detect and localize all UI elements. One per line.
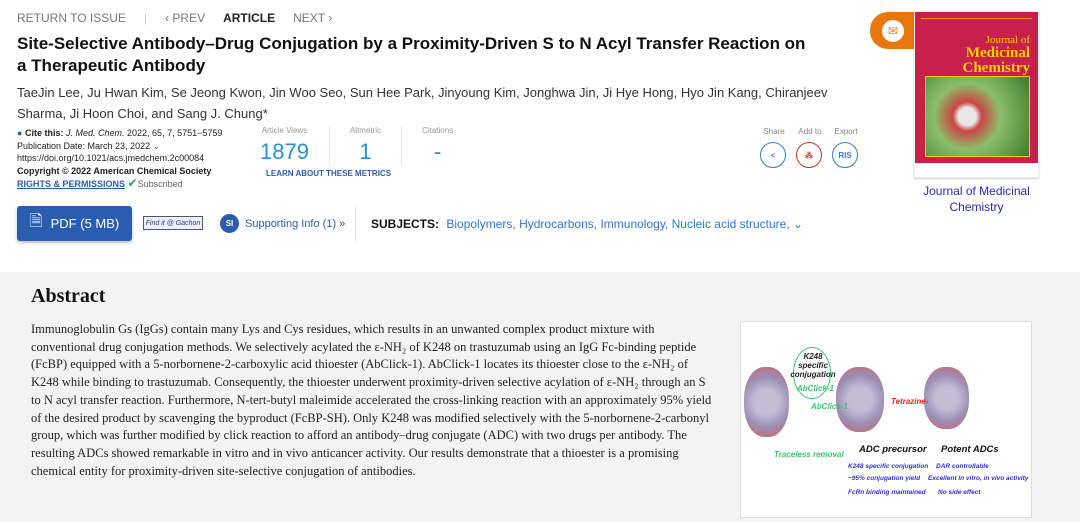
cover-footer bbox=[915, 163, 1038, 177]
return-to-issue-link[interactable]: RETURN TO ISSUE bbox=[17, 11, 126, 25]
metrics: Article Views 1879 Altmetric 1 Citations - bbox=[240, 126, 473, 165]
prev-link[interactable]: ‹ PREV bbox=[165, 11, 205, 25]
antibody-image bbox=[836, 367, 884, 432]
toc-label: No side effect bbox=[938, 489, 981, 496]
journal-cover[interactable]: Journal of Medicinal Chemistry bbox=[914, 11, 1039, 178]
learn-metrics-link[interactable]: LEARN ABOUT THESE METRICS bbox=[266, 169, 391, 178]
cite-ref: 2022, 65, 7, 5751−5759 bbox=[127, 128, 223, 138]
toc-label: DAR controllable bbox=[936, 463, 989, 470]
toc-label: ~95% conjugation yield bbox=[848, 475, 921, 482]
cover-line3: Chemistry bbox=[962, 60, 1031, 76]
cover-image bbox=[925, 76, 1030, 157]
cite-journal: J. Med. Chem. bbox=[65, 128, 125, 138]
tool-label: Add to bbox=[798, 127, 822, 136]
doi-link[interactable]: https://doi.org/10.1021/acs.jmedchem.2c0… bbox=[17, 152, 222, 165]
toc-label: AbClick-1 bbox=[811, 402, 848, 411]
metric-label: Article Views bbox=[261, 126, 308, 135]
metric-label: Citations bbox=[422, 126, 454, 135]
metric-citations: Citations - bbox=[402, 126, 473, 165]
toc-label: Tetrazine- bbox=[891, 397, 929, 406]
share-tool: Share < bbox=[760, 127, 788, 168]
subject-link[interactable]: Immunology, bbox=[600, 217, 668, 231]
journal-link[interactable]: Journal of Medicinal Chemistry bbox=[914, 183, 1039, 215]
toc-label: ADC precursor bbox=[859, 444, 927, 455]
toc-label: Potent ADCs bbox=[941, 444, 999, 455]
metric-altmetric[interactable]: Altmetric 1 bbox=[330, 126, 403, 165]
export-tool: Export RIS bbox=[832, 127, 860, 168]
cite-label[interactable]: Cite this: bbox=[25, 128, 64, 138]
toc-graphic[interactable]: K248 specific conjugation AbClick-1 AbCl… bbox=[740, 321, 1032, 518]
current-article: ARTICLE bbox=[223, 11, 276, 25]
subject-link[interactable]: Hydrocarbons, bbox=[519, 217, 597, 231]
supporting-info-link[interactable]: SI Supporting Info (1) » bbox=[220, 214, 345, 233]
metric-views: Article Views 1879 bbox=[240, 126, 330, 165]
metric-value: 1879 bbox=[260, 139, 309, 164]
subjects-label: SUBJECTS: bbox=[371, 217, 440, 231]
cover-title: Journal of Medicinal Chemistry bbox=[963, 34, 1031, 76]
pdf-icon: 🗎 bbox=[29, 213, 43, 230]
cover-line2: Medicinal bbox=[965, 45, 1030, 61]
citation-block: ● Cite this: J. Med. Chem. 2022, 65, 7, … bbox=[17, 127, 222, 191]
metric-label: Altmetric bbox=[349, 126, 382, 135]
checkmark-icon: ✔ bbox=[127, 176, 138, 190]
metric-value: 1 bbox=[359, 139, 372, 164]
toc-label: Traceless removal bbox=[774, 450, 844, 459]
check-icon: ● bbox=[17, 128, 23, 138]
si-badge: SI bbox=[220, 214, 239, 233]
subject-link[interactable]: Nucleic acid structure, bbox=[672, 217, 790, 231]
abstract-text: Immunoglobulin Gs (IgGs) contain many Ly… bbox=[31, 322, 712, 478]
pdf-label: PDF (5 MB) bbox=[50, 216, 120, 231]
subjects: SUBJECTS: Biopolymers, Hydrocarbons, Imm… bbox=[371, 217, 803, 231]
tool-label: Share bbox=[763, 127, 785, 136]
chevron-down-icon[interactable]: ⌄ bbox=[793, 217, 803, 231]
prev-label: PREV bbox=[172, 11, 206, 25]
antibody-image bbox=[744, 367, 789, 437]
ris-export-button[interactable]: RIS bbox=[832, 142, 858, 168]
authors[interactable]: TaeJin Lee, Ju Hwan Kim, Se Jeong Kwon, … bbox=[17, 82, 857, 124]
toc-label: AbClick-1 bbox=[797, 384, 834, 393]
divider bbox=[355, 207, 356, 241]
tool-label: Export bbox=[834, 127, 858, 136]
abstract-heading: Abstract bbox=[31, 285, 106, 307]
toc-label: FcRn binding maintained bbox=[848, 489, 926, 496]
toc-label: K248 specific conjugation bbox=[848, 463, 929, 470]
next-link[interactable]: NEXT › bbox=[293, 11, 332, 25]
publication-date[interactable]: Publication Date: March 23, 2022 bbox=[17, 141, 150, 151]
subscribed-status: Subscribed bbox=[137, 179, 183, 189]
add-to-tool: Add to ⁂ bbox=[796, 127, 824, 168]
toc-label: Excellent in vitro, in vivo activity bbox=[928, 475, 1029, 482]
copyright: Copyright © 2022 American Chemical Socie… bbox=[17, 165, 212, 176]
article-tools: Share < Add to ⁂ Export RIS bbox=[760, 127, 860, 168]
antibody-image bbox=[924, 367, 969, 429]
divider: | bbox=[143, 11, 148, 25]
find-it-button[interactable]: Find it @ Gachon bbox=[143, 216, 203, 230]
article-title: Site-Selective Antibody–Drug Conjugation… bbox=[17, 34, 806, 75]
metric-value: - bbox=[433, 139, 442, 164]
subject-link[interactable]: Biopolymers, bbox=[446, 217, 515, 231]
article-nav: RETURN TO ISSUE | ‹ PREV ARTICLE NEXT › bbox=[17, 11, 332, 25]
pdf-button[interactable]: 🗎 PDF (5 MB) bbox=[17, 206, 132, 241]
rights-permissions-link[interactable]: RIGHTS & PERMISSIONS bbox=[17, 179, 125, 189]
si-label: Supporting Info (1) » bbox=[245, 217, 346, 230]
mail-icon: ✉ bbox=[882, 19, 904, 42]
toc-label: K248 specific conjugation bbox=[790, 352, 836, 379]
cover-rule bbox=[921, 18, 1032, 19]
email-alert-button[interactable]: ✉ bbox=[870, 12, 916, 49]
next-label: NEXT bbox=[293, 11, 325, 25]
add-to-icon[interactable]: ⁂ bbox=[796, 142, 822, 168]
chevron-down-icon[interactable]: ⌄ bbox=[153, 141, 161, 151]
share-icon[interactable]: < bbox=[760, 142, 786, 168]
